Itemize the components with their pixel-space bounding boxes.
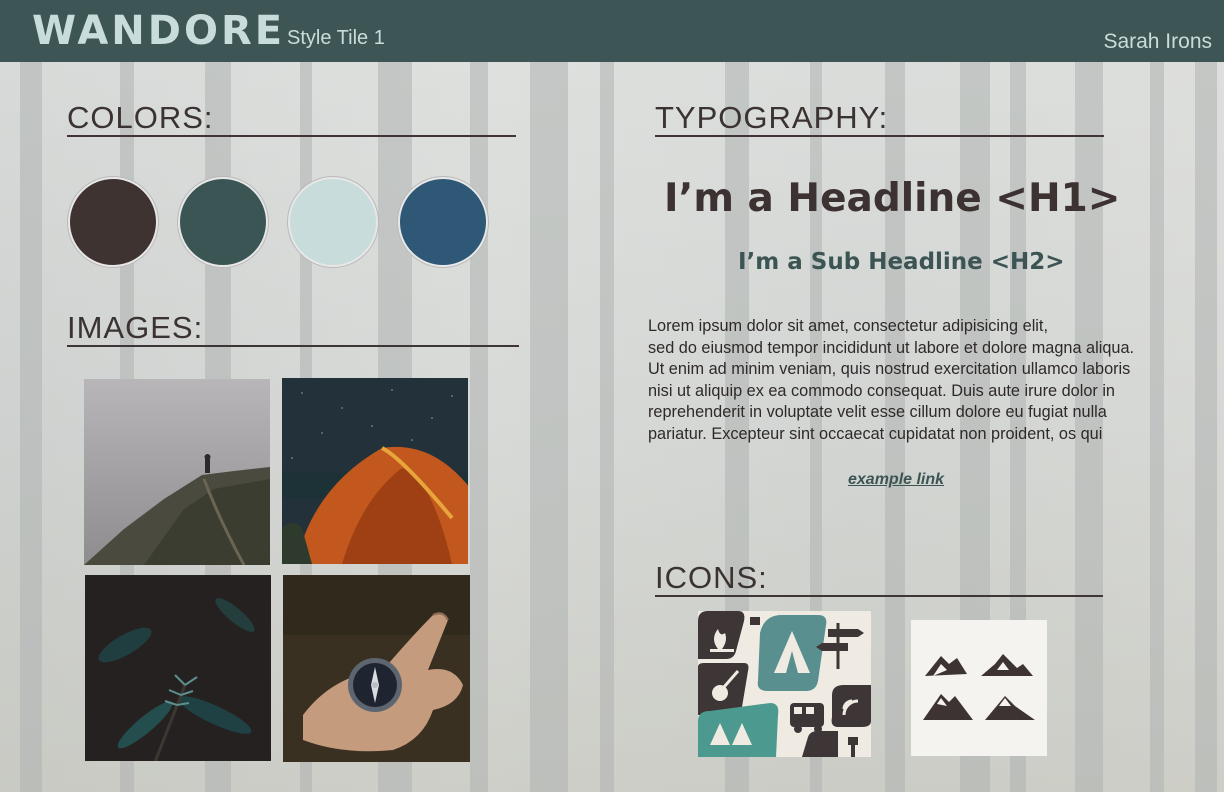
body-line: Ut enim ad minim veniam, quis nostrud ex… — [648, 360, 1131, 378]
mountain-range-icon — [981, 654, 1033, 676]
icons-heading: ICONS: — [655, 560, 768, 595]
sample-h1-headline: I’m a Headline <H1> — [664, 176, 1121, 221]
photo-misty-mountain-hiker — [84, 379, 270, 565]
body-line: reprehenderit in voluptate velit esse ci… — [648, 403, 1107, 421]
author-name: Sarah Irons — [1103, 30, 1212, 53]
body-line: nisi ut aliquip ex ea commodo consequat.… — [648, 381, 1115, 400]
outdoor-icon-set — [698, 611, 871, 757]
body-line: pariatur. Excepteur sint occaecat cupida… — [648, 424, 1103, 443]
mountain-peak-icon — [985, 696, 1035, 720]
photo-pine-branch — [85, 575, 271, 761]
colors-divider — [67, 135, 516, 137]
icons-divider — [655, 595, 1103, 597]
body-line: Lorem ipsum dolor sit amet, consectetur … — [648, 317, 1048, 335]
example-link[interactable]: example link — [848, 471, 944, 489]
signpost-icon — [828, 629, 864, 637]
images-heading: IMAGES: — [67, 310, 204, 345]
camper-van-icon — [790, 703, 824, 727]
mountain-peak-icon — [923, 694, 973, 720]
flashlight-icon — [848, 737, 858, 745]
color-swatch-dark-teal — [178, 177, 268, 267]
body-line: sed do eiusmod tempor incididunt ut labo… — [648, 338, 1135, 357]
top-bar: WANDORE Style Tile 1 Sarah Irons — [0, 0, 1224, 62]
sample-body-text: Lorem ipsum dolor sit amet, consectetur … — [648, 316, 1178, 445]
color-swatch-pale-aqua — [288, 177, 378, 267]
style-tile-subtitle: Style Tile 1 — [287, 27, 385, 49]
sample-h2-subheadline: I’m a Sub Headline <H2> — [738, 249, 1065, 275]
brand-logo: WANDORE — [32, 8, 286, 54]
color-swatch-dark-brown — [68, 177, 158, 267]
images-divider — [67, 345, 519, 347]
color-swatch-slate-blue — [398, 177, 488, 267]
typography-divider — [655, 135, 1104, 137]
mountain-icons — [911, 620, 1047, 756]
typography-heading: TYPOGRAPHY: — [655, 100, 889, 135]
mountain-range-icon — [925, 656, 967, 676]
colors-heading: COLORS: — [67, 100, 214, 135]
photo-compass-in-hand — [283, 575, 470, 762]
photo-orange-tent-night — [282, 378, 468, 564]
